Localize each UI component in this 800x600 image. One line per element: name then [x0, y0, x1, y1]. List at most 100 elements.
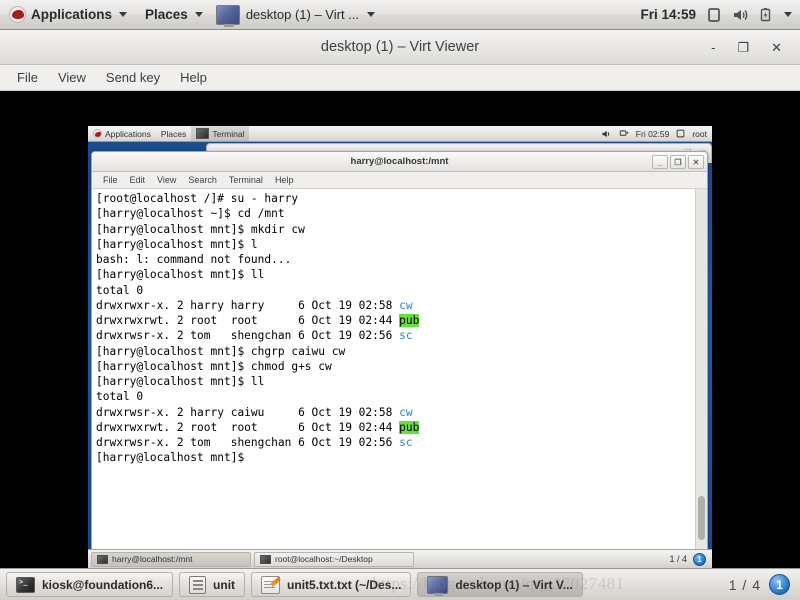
terminal-body[interactable]: [root@localhost /]# su - harry [harry@loc… — [92, 189, 707, 554]
guest-taskbar-right: 1 / 4 1 — [669, 552, 709, 566]
terminal-text: [harry@localhost mnt]$ ll — [96, 268, 265, 282]
virt-viewer-titlebar[interactable]: desktop (1) – Virt Viewer - ❐ ✕ — [0, 30, 800, 65]
host-taskbar-button-label: unit5.txt.txt (~/Des... — [287, 577, 402, 592]
guest-places-menu[interactable]: Places — [156, 126, 192, 141]
places-menu[interactable]: Places — [136, 0, 212, 29]
terminal-text: drwxrwsr-x. 2 harry caiwu 6 Oct 19 02:58 — [96, 405, 400, 419]
terminal-line: drwxrwsr-x. 2 tom shengchan 6 Oct 19 02:… — [96, 328, 695, 343]
host-panel-tray: Fri 14:59 — [640, 0, 800, 29]
minimize-button[interactable]: - — [711, 41, 715, 54]
terminal-text: [harry@localhost mnt]$ chmod g+s cw — [96, 359, 332, 373]
terminal-menu-view[interactable]: View — [151, 174, 182, 186]
menu-send-key[interactable]: Send key — [97, 67, 169, 88]
terminal-titlebar[interactable]: harry@localhost:/mnt _ ❐ ✕ — [92, 152, 707, 172]
network-icon[interactable] — [619, 129, 629, 139]
terminal-icon — [16, 576, 35, 593]
terminal-line: [harry@localhost mnt]$ ll — [96, 267, 695, 282]
terminal-text: bash: l: command not found... — [96, 253, 292, 266]
guest-workspace-badge[interactable]: 1 — [693, 552, 706, 566]
guest-applications-label: Applications — [105, 128, 151, 139]
guest-taskbar: harry@localhost:/mnt root@localhost:~/Des… — [88, 549, 712, 568]
terminal-line: drwxrwsr-x. 2 harry caiwu 6 Oct 19 02:58… — [96, 405, 695, 420]
guest-panel-active-window[interactable]: Terminal — [191, 126, 250, 141]
terminal-text: [harry@localhost mnt]$ — [96, 451, 251, 465]
sticky-directory-name: pub — [399, 420, 420, 434]
terminal-line: drwxrwxrwt. 2 root root 6 Oct 19 02:44 p… — [96, 420, 695, 435]
screen-root: Applications Places desktop (1) – Virt .… — [0, 0, 800, 600]
chevron-down-icon — [194, 12, 203, 17]
host-taskbar-button[interactable]: desktop (1) – Virt V... — [417, 572, 583, 597]
terminal-output[interactable]: [root@localhost /]# su - harry [harry@loc… — [92, 189, 695, 554]
virt-viewer-menubar: File View Send key Help — [0, 65, 800, 91]
places-menu-label: Places — [145, 7, 188, 22]
terminal-close-button[interactable]: ✕ — [688, 155, 704, 169]
terminal-title: harry@localhost:/mnt — [350, 156, 449, 167]
guest-user-label[interactable]: root — [692, 129, 707, 139]
terminal-scrollbar[interactable] — [695, 189, 707, 554]
host-workspace-badge[interactable]: 1 — [769, 574, 790, 595]
applications-menu[interactable]: Applications — [0, 0, 136, 29]
terminal-line: [harry@localhost mnt]$ l — [96, 237, 695, 252]
volume-icon[interactable] — [601, 129, 612, 139]
host-taskbar-button[interactable]: kiosk@foundation6... — [6, 572, 174, 597]
terminal-minimize-button[interactable]: _ — [652, 155, 668, 169]
terminal-scrollbar-thumb[interactable] — [698, 496, 705, 540]
clock[interactable]: Fri 14:59 — [640, 7, 696, 22]
host-workspace-pager[interactable]: 1 / 4 — [729, 577, 761, 593]
terminal-line: [harry@localhost mnt]$ — [96, 450, 695, 465]
terminal-text: [harry@localhost ~]$ cd /mnt — [96, 207, 285, 221]
fedora-logo-icon — [9, 6, 26, 23]
virt-viewer-title: desktop (1) – Virt Viewer — [320, 39, 480, 55]
host-top-panel: Applications Places desktop (1) – Virt .… — [0, 0, 800, 30]
sticky-directory-name: pub — [399, 314, 420, 327]
volume-icon[interactable] — [732, 7, 749, 23]
terminal-menu-edit[interactable]: Edit — [124, 174, 152, 186]
display-icon[interactable] — [706, 7, 722, 23]
menu-view[interactable]: View — [49, 67, 95, 88]
host-panel-active-window[interactable]: desktop (1) – Virt ... — [212, 0, 383, 29]
terminal-line: [harry@localhost mnt]$ chgrp caiwu cw — [96, 344, 695, 359]
terminal-text: [harry@localhost mnt]$ ll — [96, 375, 265, 388]
chevron-down-icon[interactable] — [784, 12, 792, 17]
terminal-text: [harry@localhost mnt]$ l — [96, 237, 258, 251]
terminal-window: harry@localhost:/mnt _ ❐ ✕ File Edit Vie… — [91, 151, 708, 555]
terminal-line: drwxrwxr-x. 2 harry harry 6 Oct 19 02:58… — [96, 298, 695, 313]
host-taskbar-button-label: desktop (1) – Virt V... — [455, 577, 573, 592]
terminal-text: drwxrwxrwt. 2 root root 6 Oct 19 02:44 — [96, 314, 400, 327]
guest-taskbar-button[interactable]: root@localhost:~/Desktop — [254, 551, 414, 567]
menu-file[interactable]: File — [8, 67, 47, 88]
menu-help[interactable]: Help — [171, 67, 216, 88]
guest-clock[interactable]: Fri 02:59 — [636, 129, 670, 139]
terminal-text: drwxrwsr-x. 2 tom shengchan 6 Oct 19 02:… — [96, 436, 400, 449]
applications-menu-label: Applications — [31, 7, 113, 22]
terminal-text: [harry@localhost mnt]$ chgrp caiwu cw — [96, 344, 346, 358]
terminal-text: [root@localhost /]# su - harry — [96, 192, 299, 205]
host-taskbar-button[interactable]: unit — [179, 572, 246, 597]
terminal-line: total 0 — [96, 389, 695, 404]
close-button[interactable]: ✕ — [771, 41, 782, 54]
terminal-menubar: File Edit View Search Terminal Help — [92, 172, 707, 189]
virt-viewer-window: desktop (1) – Virt Viewer - ❐ ✕ File Vie… — [0, 30, 800, 568]
user-icon — [677, 129, 685, 138]
terminal-menu-help[interactable]: Help — [269, 174, 300, 186]
terminal-line: bash: l: command not found... — [96, 252, 695, 267]
guest-workspace-pager[interactable]: 1 / 4 — [669, 554, 687, 564]
guest-taskbar-button[interactable]: harry@localhost:/mnt — [91, 551, 251, 567]
terminal-text: drwxrwxr-x. 2 harry harry 6 Oct 19 02:58 — [96, 298, 400, 312]
battery-icon[interactable] — [759, 7, 772, 23]
terminal-line: drwxrwxrwt. 2 root root 6 Oct 19 02:44 p… — [96, 313, 695, 328]
directory-name: sc — [399, 329, 413, 343]
virt-viewer-icon — [215, 4, 240, 27]
terminal-menu-terminal[interactable]: Terminal — [223, 174, 269, 186]
file-manager-icon — [189, 575, 207, 594]
terminal-menu-search[interactable]: Search — [182, 174, 223, 186]
terminal-menu-file[interactable]: File — [97, 174, 124, 186]
gedit-icon — [261, 575, 281, 594]
terminal-text: drwxrwsr-x. 2 tom shengchan 6 Oct 19 02:… — [96, 329, 400, 343]
host-taskbar-button[interactable]: unit5.txt.txt (~/Des... — [251, 572, 412, 597]
guest-applications-menu[interactable]: Applications — [88, 126, 156, 141]
terminal-maximize-button[interactable]: ❐ — [670, 155, 686, 169]
host-taskbar-right: 1 / 4 1 — [729, 574, 794, 595]
maximize-button[interactable]: ❐ — [737, 41, 749, 54]
host-panel-active-window-label: desktop (1) – Virt ... — [245, 7, 360, 22]
